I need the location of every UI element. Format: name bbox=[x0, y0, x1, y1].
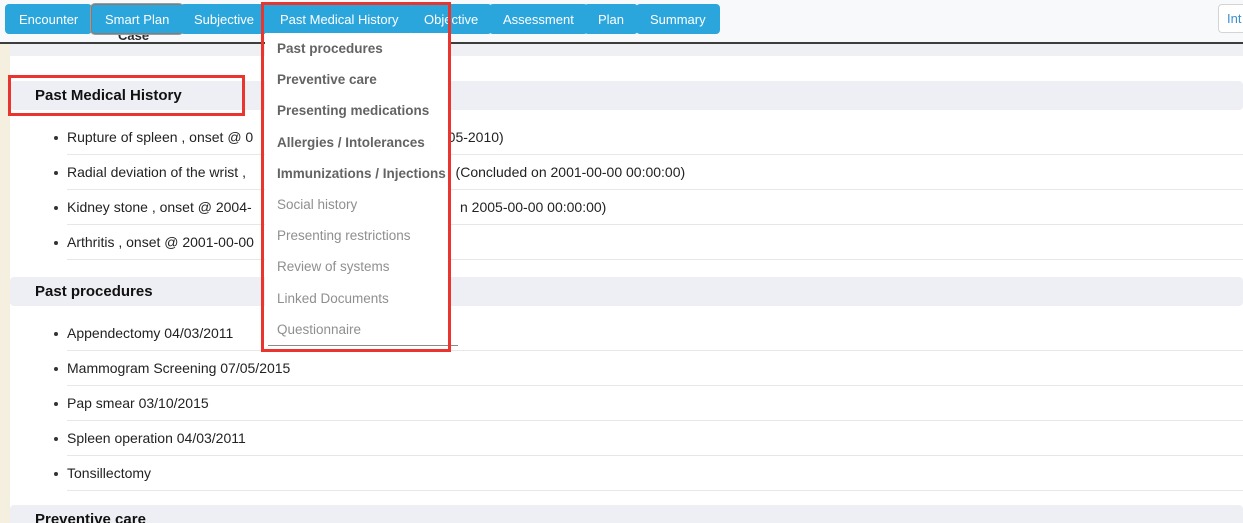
list-item: Mammogram Screening 07/05/2015 bbox=[67, 351, 1243, 386]
interventions-button[interactable]: Int bbox=[1218, 4, 1243, 33]
section-list: Appendectomy 04/03/2011 Mammogram Screeni… bbox=[10, 316, 1243, 491]
section-title: Past procedures bbox=[35, 283, 153, 300]
section-preventive-care: Preventive care bbox=[10, 505, 1243, 523]
toolbar-button-subjective[interactable]: Subjective bbox=[180, 4, 268, 34]
past-medical-history-dropdown: Past proceduresPreventive carePresenting… bbox=[265, 33, 449, 345]
dropdown-bottom-border bbox=[268, 345, 458, 346]
list-item-text: Radial deviation of the wrist , bbox=[67, 164, 246, 180]
list-item-text-after-occlusion: ) (Concluded on 2001-00-00 00:00:00) bbox=[447, 155, 685, 189]
left-margin-strip bbox=[0, 44, 10, 523]
toolbar-button-smart-plan[interactable]: Smart Plan bbox=[91, 4, 183, 34]
list-item-text-after-occlusion: -05-2010) bbox=[443, 120, 504, 154]
toolbar-button-assessment[interactable]: Assessment bbox=[489, 4, 588, 34]
list-item-text: Appendectomy 04/03/2011 bbox=[67, 325, 233, 341]
list-item: Tonsillectomy bbox=[67, 456, 1243, 491]
list-item-text: Tonsillectomy bbox=[67, 465, 151, 481]
dropdown-item-preventive-care[interactable]: Preventive care bbox=[265, 64, 449, 95]
dropdown-item-immunizations-injections[interactable]: Immunizations / Injections bbox=[265, 158, 449, 189]
section-header-bar: Preventive care bbox=[10, 505, 1243, 523]
list-item-text: Pap smear 03/10/2015 bbox=[67, 395, 209, 411]
dropdown-item-allergies-intolerances[interactable]: Allergies / Intolerances bbox=[265, 127, 449, 158]
dropdown-menu-list: Past proceduresPreventive carePresenting… bbox=[265, 33, 449, 345]
list-item-text: Kidney stone , onset @ 2004- bbox=[67, 199, 252, 215]
list-item: Kidney stone , onset @ 2004- n 2005-00-00… bbox=[67, 190, 1243, 225]
list-item: Rupture of spleen , onset @ 0 -05-2010) bbox=[67, 120, 1243, 155]
toolbar-button-plan[interactable]: Plan bbox=[584, 4, 638, 34]
header-band bbox=[0, 44, 1243, 56]
section-title: Past Medical History bbox=[35, 87, 182, 104]
list-item-text-after-occlusion: n 2005-00-00 00:00:00) bbox=[460, 190, 606, 224]
dropdown-item-linked-documents[interactable]: Linked Documents bbox=[265, 283, 449, 314]
list-item: Pap smear 03/10/2015 bbox=[67, 386, 1243, 421]
dropdown-item-past-procedures[interactable]: Past procedures bbox=[265, 33, 449, 64]
dropdown-item-presenting-restrictions[interactable]: Presenting restrictions bbox=[265, 220, 449, 251]
clipped-section-label: Case bbox=[118, 35, 198, 42]
section-header-bar: Past Medical History bbox=[10, 81, 1243, 110]
section-header-bar: Past procedures bbox=[10, 277, 1243, 306]
dropdown-item-review-of-systems[interactable]: Review of systems bbox=[265, 251, 449, 282]
list-item: Radial deviation of the wrist , ) (Concl… bbox=[67, 155, 1243, 190]
section-past-procedures: Past procedures Appendectomy 04/03/2011 M… bbox=[10, 277, 1243, 491]
section-title: Preventive care bbox=[35, 511, 146, 523]
list-item-text: Rupture of spleen , onset @ 0 bbox=[67, 129, 253, 145]
list-item-text: Spleen operation 04/03/2011 bbox=[67, 430, 246, 446]
list-item: Arthritis , onset @ 2001-00-00 bbox=[67, 225, 1243, 260]
dropdown-item-presenting-medications[interactable]: Presenting medications bbox=[265, 95, 449, 126]
list-item: Appendectomy 04/03/2011 bbox=[67, 316, 1243, 351]
section-past-medical-history: Past Medical History Rupture of spleen ,… bbox=[10, 81, 1243, 260]
encounter-screen: EncounterSmart PlanSubjectivePast Medica… bbox=[0, 0, 1243, 523]
dropdown-item-social-history[interactable]: Social history bbox=[265, 189, 449, 220]
list-item-text: Mammogram Screening 07/05/2015 bbox=[67, 360, 290, 376]
toolbar-button-objective[interactable]: Objective bbox=[410, 4, 492, 34]
list-item-text: Arthritis , onset @ 2001-00-00 bbox=[67, 234, 254, 250]
toolbar-button-summary[interactable]: Summary bbox=[636, 4, 720, 34]
dropdown-item-questionnaire[interactable]: Questionnaire bbox=[265, 314, 449, 345]
section-list: Rupture of spleen , onset @ 0-05-2010)Ra… bbox=[10, 120, 1243, 260]
toolbar-button-past-medical-history[interactable]: Past Medical History bbox=[266, 4, 412, 34]
toolbar-button-encounter[interactable]: Encounter bbox=[5, 4, 92, 34]
list-item: Spleen operation 04/03/2011 bbox=[67, 421, 1243, 456]
